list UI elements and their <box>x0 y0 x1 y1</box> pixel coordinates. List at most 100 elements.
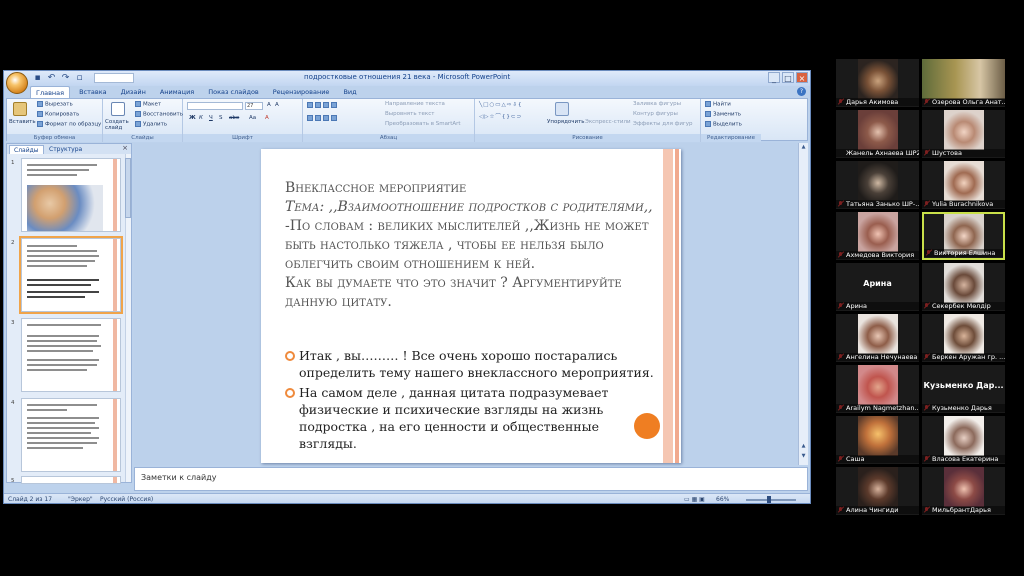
zoom-level[interactable]: 66% <box>716 496 729 503</box>
zoom-slider-handle[interactable] <box>767 496 771 503</box>
tab-design[interactable]: Дизайн <box>116 86 151 98</box>
font-name-field[interactable] <box>187 102 243 110</box>
shape-outline-button[interactable]: Контур фигуры <box>633 111 678 117</box>
new-slide-button[interactable]: Создать слайд <box>105 119 131 131</box>
slide-thumbnail-2[interactable] <box>19 236 123 314</box>
participant-tile[interactable]: Ахмедова Виктория <box>836 212 919 260</box>
paste-icon[interactable] <box>13 102 27 116</box>
strikethrough-button[interactable]: abe <box>229 115 239 121</box>
participant-tile-active-speaker[interactable]: Виктория Елшина <box>922 212 1005 260</box>
participant-name: Yulia Burachnikova <box>922 200 1005 208</box>
italic-button[interactable]: К <box>199 115 203 121</box>
select-button[interactable]: Выделить <box>705 121 742 128</box>
notes-pane[interactable]: Заметки к слайду <box>134 467 808 491</box>
tab-outline[interactable]: Структура <box>45 145 86 154</box>
thumb-text-line <box>27 437 99 439</box>
view-buttons[interactable]: ▭ ▦ ▣ <box>684 496 705 503</box>
slide-thumbnail-1[interactable] <box>21 158 121 232</box>
paste-button[interactable]: Вставить <box>9 119 36 125</box>
tab-review[interactable]: Рецензирование <box>268 86 335 98</box>
next-slide-icon[interactable]: ▼ <box>799 453 808 459</box>
shadow-button[interactable]: S <box>219 115 223 121</box>
tab-slideshow[interactable]: Показ слайдов <box>203 86 264 98</box>
slide-thumbnail-3[interactable] <box>21 318 121 392</box>
office-button[interactable] <box>6 72 28 94</box>
zoom-slider[interactable] <box>746 499 796 501</box>
replace-button[interactable]: Заменить <box>705 111 741 118</box>
current-slide[interactable]: Внеклассное мероприятие Тема: ,,Взаимоот… <box>261 149 681 463</box>
slide-title-placeholder[interactable]: Внеклассное мероприятие Тема: ,,Взаимоот… <box>285 179 655 312</box>
language[interactable]: Русский (Россия) <box>100 496 153 503</box>
minimize-button[interactable]: _ <box>768 72 780 83</box>
participant-tile[interactable]: Власова Екатерина <box>922 416 1005 464</box>
participant-tile[interactable]: Арина Арина <box>836 263 919 311</box>
slide-content-placeholder[interactable]: Итак , вы……… ! Все очень хорошо постарал… <box>285 347 660 455</box>
participant-tile[interactable]: Шустова <box>922 110 1005 158</box>
slide-thumbnail-4[interactable] <box>21 398 121 472</box>
participant-tile[interactable]: Секербек Мөлдір <box>922 263 1005 311</box>
arrange-button[interactable]: Упорядочить <box>547 119 585 125</box>
tab-home[interactable]: Главная <box>30 86 71 98</box>
maximize-button[interactable]: □ <box>782 72 794 83</box>
change-case-button[interactable]: Aa <box>249 115 256 121</box>
underline-button[interactable]: Ч <box>209 115 213 121</box>
participant-tile[interactable]: Саша <box>836 416 919 464</box>
font-size-field[interactable]: 27 <box>245 102 263 110</box>
font-color-button[interactable]: A <box>265 115 269 121</box>
participant-tile[interactable]: Дарья Акимова <box>836 59 919 107</box>
help-icon[interactable]: ? <box>797 87 806 96</box>
ribbon-tabs: Главная Вставка Дизайн Анимация Показ сл… <box>30 86 362 98</box>
tab-view[interactable]: Вид <box>338 86 361 98</box>
close-icon[interactable]: × <box>122 144 128 152</box>
align-buttons[interactable] <box>307 115 339 122</box>
participant-tile[interactable]: Yulia Burachnikova <box>922 161 1005 209</box>
delete-slide-button[interactable]: Удалить <box>135 121 167 128</box>
shrink-font-button[interactable]: A <box>275 102 279 108</box>
participant-tile[interactable]: Жанель Ахнаева ШР21 -9 <box>836 110 919 158</box>
smartart-button[interactable]: Преобразовать в SmartArt <box>385 121 461 127</box>
shapes-gallery-row2[interactable]: ◁▷☆⌒{}⊂⊃ <box>479 112 522 120</box>
cut-button[interactable]: Вырезать <box>37 101 73 108</box>
save-icon[interactable]: ▪ <box>32 73 43 84</box>
participant-tile[interactable]: Алина Чингиди <box>836 467 919 515</box>
tab-slides[interactable]: Слайды <box>9 145 44 154</box>
participant-tile[interactable]: Беркен Аружан гр. ... <box>922 314 1005 362</box>
arrange-icon[interactable] <box>555 102 569 116</box>
grow-font-button[interactable]: A <box>267 102 271 108</box>
close-button[interactable]: × <box>796 72 808 83</box>
bold-button[interactable]: Ж <box>189 115 196 121</box>
thumb-text-line <box>27 447 83 449</box>
slides-pane-scroll-thumb[interactable] <box>125 158 131 218</box>
bullets-button[interactable] <box>307 102 339 109</box>
format-painter-button[interactable]: Формат по образцу <box>37 121 101 128</box>
reset-button[interactable]: Восстановить <box>135 111 183 118</box>
thumb-text-line <box>27 291 99 293</box>
copy-button[interactable]: Копировать <box>37 111 79 118</box>
align-text-button[interactable]: Выровнять текст <box>385 111 434 117</box>
text-direction-button[interactable]: Направление текста <box>385 101 445 107</box>
print-icon[interactable]: ▫ <box>74 73 85 84</box>
new-slide-icon[interactable] <box>111 102 125 116</box>
slide-vertical-scrollbar[interactable]: ▲ ▲ ▼ <box>798 143 808 465</box>
participant-tile[interactable]: Arailym Nagmetzhan... <box>836 365 919 413</box>
scroll-up-icon[interactable]: ▲ <box>799 144 808 150</box>
shape-effects-button[interactable]: Эффекты для фигур <box>633 121 693 127</box>
participant-tile[interactable]: Озерова Ольга Анат... <box>922 59 1005 107</box>
shape-fill-button[interactable]: Заливка фигуры <box>633 101 681 107</box>
tab-animation[interactable]: Анимация <box>155 86 199 98</box>
quick-styles-button[interactable]: Экспресс-стили <box>585 119 631 125</box>
find-button[interactable]: Найти <box>705 101 731 108</box>
participant-tile[interactable]: Кузьменко Дар... Кузьменко Дарья <box>922 365 1005 413</box>
prev-slide-icon[interactable]: ▲ <box>799 443 808 449</box>
participant-tile[interactable]: Ангелина Нечунаева <box>836 314 919 362</box>
qat-dropdown[interactable] <box>94 73 134 83</box>
participant-tile[interactable]: МильбрантДарья <box>922 467 1005 515</box>
shapes-gallery[interactable]: ╲□○▭△⇨⇩{ <box>479 102 522 108</box>
redo-icon[interactable]: ↷ <box>60 73 71 84</box>
slide-thumbnail-5[interactable] <box>21 476 121 484</box>
undo-icon[interactable]: ↶ <box>46 73 57 84</box>
thumb-text-line <box>27 340 97 342</box>
layout-button[interactable]: Макет <box>135 101 161 108</box>
tab-insert[interactable]: Вставка <box>74 86 112 98</box>
participant-tile[interactable]: Татьяна Занько ШР-... <box>836 161 919 209</box>
